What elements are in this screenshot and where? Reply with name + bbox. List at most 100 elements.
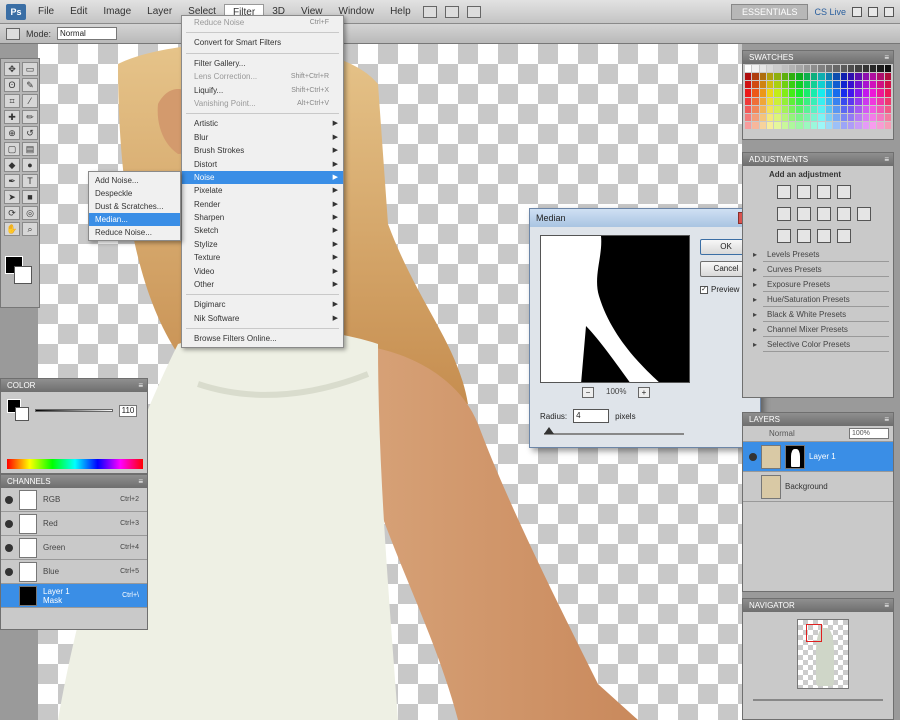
layers-panel-tab[interactable]: LAYERS ≡ <box>743 413 893 426</box>
color-swatch[interactable] <box>781 81 789 89</box>
color-swatch[interactable] <box>781 113 789 121</box>
brush-tool-icon-2[interactable]: ✏ <box>22 110 38 124</box>
visibility-eye-icon[interactable] <box>749 452 757 461</box>
menu-item-digimarc[interactable]: Digimarc ▶ <box>182 298 343 311</box>
color-swatch[interactable] <box>789 65 796 73</box>
curves-icon[interactable] <box>817 185 831 199</box>
color-swatch[interactable] <box>840 73 847 81</box>
menu-item-render[interactable]: Render ▶ <box>182 198 343 211</box>
color-swatch[interactable] <box>833 121 840 129</box>
hand-tool-icon[interactable]: ✋ <box>4 222 20 236</box>
color-swatch[interactable] <box>833 81 840 89</box>
color-swatch[interactable] <box>862 113 869 121</box>
color-swatch[interactable] <box>774 65 781 73</box>
menu-item-lens-correction[interactable]: Lens Correction... Shift+Ctrl+R <box>182 70 343 83</box>
color-swatch[interactable] <box>840 89 847 97</box>
background-color-swatch[interactable] <box>14 266 32 284</box>
color-swatch[interactable] <box>811 113 818 121</box>
color-swatch[interactable] <box>745 105 752 113</box>
color-swatch[interactable] <box>752 81 759 89</box>
color-swatch[interactable] <box>796 65 803 73</box>
levels-icon[interactable] <box>797 185 811 199</box>
color-swatch[interactable] <box>818 65 825 73</box>
color-swatch[interactable] <box>752 113 759 121</box>
workspace-essentials-button[interactable]: ESSENTIALS <box>730 3 809 20</box>
color-swatch[interactable] <box>774 121 781 129</box>
pen-tool-icon[interactable]: ✒ <box>4 174 20 188</box>
menu-item-stylize[interactable]: Stylize ▶ <box>182 238 343 251</box>
menu-item-last-filter[interactable]: Reduce Noise Ctrl+F <box>182 16 343 29</box>
menu-help[interactable]: Help <box>382 4 419 19</box>
color-swatch[interactable] <box>833 113 840 121</box>
color-swatch[interactable] <box>833 105 840 113</box>
dialog-preview-area[interactable] <box>540 235 690 383</box>
color-swatch[interactable] <box>884 121 891 129</box>
color-swatch[interactable] <box>796 105 803 113</box>
color-spectrum-bar[interactable] <box>7 459 143 469</box>
color-swatch[interactable] <box>862 65 869 73</box>
color-swatch[interactable] <box>759 89 767 97</box>
zoom-level-icon[interactable] <box>466 5 481 18</box>
navigator-zoom-slider[interactable] <box>753 699 883 701</box>
visibility-eye-icon[interactable] <box>5 567 13 576</box>
lasso-tool-icon[interactable]: ʘ <box>4 78 20 92</box>
radius-input[interactable]: 4 <box>573 409 610 423</box>
color-swatch[interactable] <box>862 105 869 113</box>
color-swatch[interactable] <box>847 113 855 121</box>
color-swatch[interactable] <box>884 89 891 97</box>
color-swatch[interactable] <box>796 73 803 81</box>
submenu-item-reduce-noise[interactable]: Reduce Noise... <box>89 226 180 239</box>
navigator-panel-tab[interactable]: NAVIGATOR ≡ <box>743 599 893 612</box>
color-swatch[interactable] <box>767 89 774 97</box>
color-swatch[interactable] <box>847 73 855 81</box>
3d-rotate-tool-icon[interactable]: ⟳ <box>4 206 20 220</box>
submenu-item-despeckle[interactable]: Despeckle <box>89 187 180 200</box>
layer-mask-thumbnail[interactable] <box>785 444 805 469</box>
color-swatch[interactable] <box>833 65 840 73</box>
menu-image[interactable]: Image <box>95 4 139 19</box>
menu-item-browse-filters[interactable]: Browse Filters Online... <box>182 332 343 345</box>
color-swatch[interactable] <box>752 73 759 81</box>
move-tool-icon[interactable]: ✥ <box>4 62 20 76</box>
menu-layer[interactable]: Layer <box>139 4 180 19</box>
color-swatch[interactable] <box>862 81 869 89</box>
color-swatch[interactable] <box>840 105 847 113</box>
color-swatch[interactable] <box>745 65 752 73</box>
color-swatch[interactable] <box>855 65 862 73</box>
color-swatch[interactable] <box>818 121 825 129</box>
color-swatch[interactable] <box>855 121 862 129</box>
menu-item-nik-software[interactable]: Nik Software ▶ <box>182 312 343 325</box>
color-swatch[interactable] <box>818 97 825 105</box>
mode-select[interactable]: Normal <box>57 27 118 40</box>
color-swatch[interactable] <box>884 81 891 89</box>
color-swatch[interactable] <box>840 113 847 121</box>
gradient-tool-icon[interactable]: ▤ <box>22 142 38 156</box>
color-swatch[interactable] <box>752 89 759 97</box>
channel-row[interactable]: Green Ctrl+4 <box>1 536 147 560</box>
panel-menu-icon[interactable]: ≡ <box>884 413 889 426</box>
color-swatch[interactable] <box>869 97 877 105</box>
invert-icon[interactable] <box>777 229 791 243</box>
color-swatch[interactable] <box>818 105 825 113</box>
color-swatch[interactable] <box>745 121 752 129</box>
menu-item-blur[interactable]: Blur ▶ <box>182 131 343 144</box>
color-swatch[interactable] <box>811 105 818 113</box>
visibility-eye-icon[interactable] <box>749 483 757 491</box>
color-swatch[interactable] <box>818 113 825 121</box>
color-swatch[interactable] <box>847 89 855 97</box>
submenu-item-median[interactable]: Median... <box>89 213 180 226</box>
zoom-out-button[interactable]: − <box>582 387 594 398</box>
color-swatch[interactable] <box>869 121 877 129</box>
color-swatch[interactable] <box>759 113 767 121</box>
color-swatch[interactable] <box>825 65 833 73</box>
color-swatch[interactable] <box>803 113 811 121</box>
channel-row[interactable]: Blue Ctrl+5 <box>1 560 147 584</box>
menu-item-pixelate[interactable]: Pixelate ▶ <box>182 184 343 197</box>
color-swatch[interactable] <box>767 121 774 129</box>
color-swatch[interactable] <box>781 65 789 73</box>
maximize-icon[interactable] <box>868 6 878 17</box>
preset-exposure[interactable]: ▸ Exposure Presets <box>753 277 889 292</box>
menu-item-filter-gallery[interactable]: Filter Gallery... <box>182 57 343 70</box>
menu-file[interactable]: File <box>30 4 62 19</box>
navigator-view-box[interactable] <box>806 624 822 642</box>
